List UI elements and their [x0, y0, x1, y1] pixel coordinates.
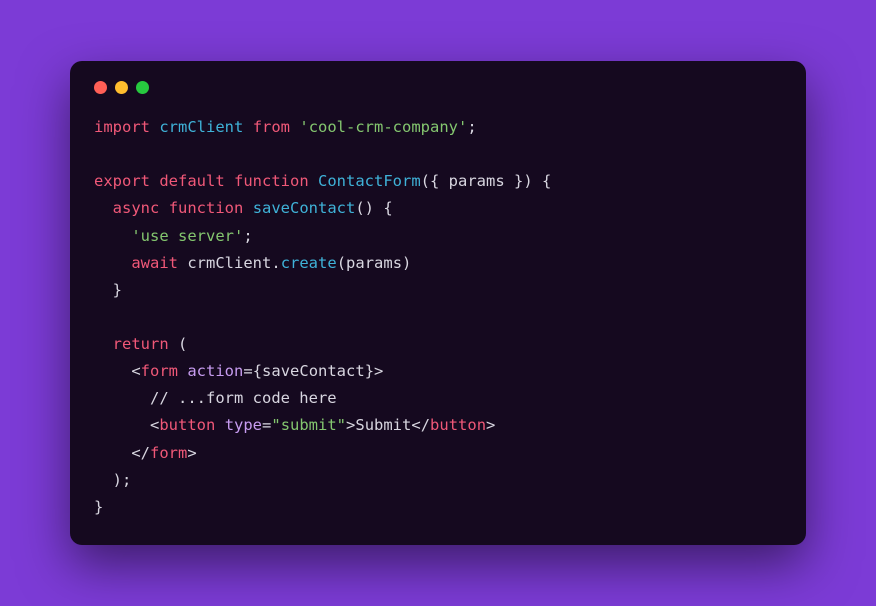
indent	[94, 362, 131, 380]
function-savecontact: saveContact	[253, 199, 356, 217]
text-submit: Submit	[355, 416, 411, 434]
keyword-return: return	[113, 335, 169, 353]
brace-close: }	[94, 498, 103, 516]
comment: // ...form code here	[150, 389, 337, 407]
paren-open: (	[337, 254, 346, 272]
paren-close: )	[402, 254, 411, 272]
indent	[94, 281, 113, 299]
identifier-crmclient: crmClient	[187, 254, 271, 272]
indent	[94, 416, 150, 434]
indent	[94, 335, 113, 353]
angle-open-close: </	[411, 416, 430, 434]
equals: =	[243, 362, 252, 380]
paren-close-semi: );	[113, 471, 132, 489]
string-submit: "submit"	[271, 416, 346, 434]
keyword-function: function	[169, 199, 244, 217]
keyword-async: async	[113, 199, 160, 217]
indent	[94, 389, 150, 407]
paren-open: ({	[421, 172, 449, 190]
jsx-tag-button: button	[159, 416, 215, 434]
dot: .	[271, 254, 280, 272]
keyword-await: await	[131, 254, 178, 272]
method-create: create	[281, 254, 337, 272]
window-controls	[94, 81, 782, 94]
angle-close: >	[374, 362, 383, 380]
space	[215, 416, 224, 434]
indent	[94, 227, 131, 245]
code-block: import crmClient from 'cool-crm-company'…	[94, 114, 782, 521]
identifier-crmclient: crmClient	[159, 118, 243, 136]
semicolon: ;	[243, 227, 252, 245]
minimize-icon[interactable]	[115, 81, 128, 94]
jsx-attr-type: type	[225, 416, 262, 434]
maximize-icon[interactable]	[136, 81, 149, 94]
angle-close: >	[346, 416, 355, 434]
paren-brace: () {	[355, 199, 392, 217]
keyword-default: default	[159, 172, 224, 190]
paren-close: }) {	[505, 172, 552, 190]
brace-close: }	[365, 362, 374, 380]
keyword-from: from	[253, 118, 290, 136]
angle-open: <	[150, 416, 159, 434]
keyword-function: function	[234, 172, 309, 190]
string-use-server: 'use server'	[131, 227, 243, 245]
paren-open: (	[169, 335, 188, 353]
indent	[94, 471, 113, 489]
angle-open: <	[131, 362, 140, 380]
indent	[94, 254, 131, 272]
equals: =	[262, 416, 271, 434]
angle-close: >	[486, 416, 495, 434]
angle-open-close: </	[131, 444, 150, 462]
keyword-import: import	[94, 118, 150, 136]
angle-close: >	[187, 444, 196, 462]
identifier-params: params	[346, 254, 402, 272]
semicolon: ;	[467, 118, 476, 136]
identifier-params: params	[449, 172, 505, 190]
function-contactform: ContactForm	[318, 172, 421, 190]
indent	[94, 444, 131, 462]
brace-close: }	[113, 281, 122, 299]
jsx-tag-form: form	[141, 362, 178, 380]
code-window: import crmClient from 'cool-crm-company'…	[70, 61, 806, 545]
keyword-export: export	[94, 172, 150, 190]
string-package: 'cool-crm-company'	[299, 118, 467, 136]
space	[178, 362, 187, 380]
identifier-savecontact: saveContact	[262, 362, 365, 380]
jsx-attr-action: action	[187, 362, 243, 380]
brace-open: {	[253, 362, 262, 380]
jsx-tag-button-close: button	[430, 416, 486, 434]
close-icon[interactable]	[94, 81, 107, 94]
jsx-tag-form-close: form	[150, 444, 187, 462]
indent	[94, 199, 113, 217]
